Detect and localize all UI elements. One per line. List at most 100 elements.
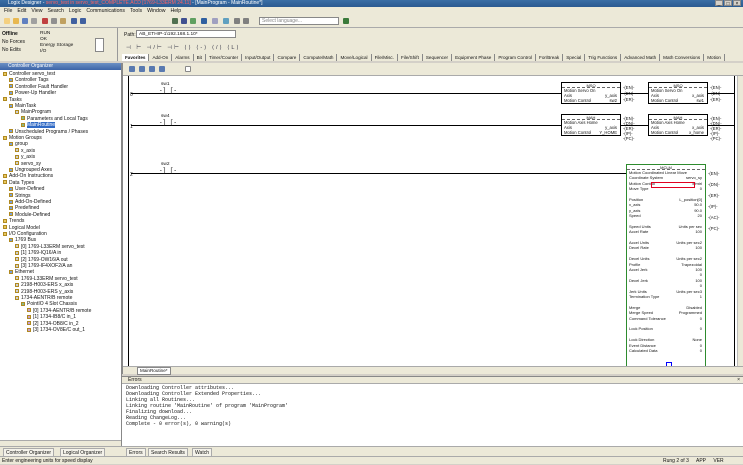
operand-value[interactable]: 0 (700, 348, 702, 353)
tab-file-shift[interactable]: File/Shift (397, 54, 423, 61)
tree-node[interactable]: I/O Configuration (3, 231, 47, 237)
tree-node[interactable]: Module-Defined (9, 212, 50, 218)
tree-node[interactable]: Parameters and Local Tags (21, 116, 88, 122)
tree-node[interactable]: MainProgram (15, 109, 51, 115)
menu-window[interactable]: Window (147, 8, 165, 14)
tree-node[interactable]: 1734-AENTR/B remote (15, 295, 72, 301)
tree-node[interactable]: Ethernet (9, 269, 34, 275)
cancel-edits-icon[interactable] (149, 66, 155, 72)
menu-communications[interactable]: Communications (86, 8, 125, 14)
tab-bit[interactable]: Bit (193, 54, 206, 61)
menu-logic[interactable]: Logic (69, 8, 81, 14)
tab-advanced-math[interactable]: Advanced Math (621, 54, 661, 61)
tab-for-break[interactable]: For/Break (536, 54, 564, 61)
maximize-icon[interactable]: □ (724, 0, 732, 7)
tree-node[interactable]: User-Defined (9, 186, 44, 192)
tree-node[interactable]: [0] 1769-L33ERM servo_test (15, 244, 85, 250)
tree-node[interactable]: [2] 1769-OW16/A out (15, 257, 68, 263)
menu-search[interactable]: Search (47, 8, 63, 14)
tab-file-misc[interactable]: File/Misc. (371, 54, 398, 61)
zoom-out-icon[interactable] (243, 18, 249, 24)
tree-node[interactable]: Add-On Instructions (3, 173, 53, 179)
tab-input-output[interactable]: Input/Output (242, 54, 275, 61)
ladder-vertical-scrollbar[interactable] (737, 76, 743, 366)
save-icon[interactable] (22, 18, 28, 24)
tree-node[interactable]: PointIO 4 Slot Chassis (21, 301, 77, 307)
tree-node[interactable]: Unscheduled Programs / Phases (9, 129, 88, 135)
xic-contact[interactable]: -] [- (159, 119, 177, 126)
undo-icon[interactable] (71, 18, 77, 24)
tree-node[interactable]: [0] 1734-AENTR/B remote (27, 308, 91, 314)
tree-node[interactable]: Strings (9, 193, 31, 199)
tree-node[interactable]: Power-Up Handler (9, 90, 56, 96)
tab-motion[interactable]: Motion (704, 54, 725, 61)
language-select[interactable]: Select language... (259, 17, 339, 25)
language-go-icon[interactable] (343, 18, 349, 24)
copy-icon[interactable] (51, 18, 57, 24)
new-file-icon[interactable] (4, 18, 10, 24)
properties-icon[interactable] (201, 18, 207, 24)
tree-node[interactable]: Logical Model (3, 225, 40, 231)
paste-icon[interactable] (60, 18, 66, 24)
accept-edits-icon[interactable] (139, 66, 145, 72)
find-icon[interactable] (172, 18, 178, 24)
tab-favorites[interactable]: Favorites (122, 54, 150, 61)
tab-add-on[interactable]: Add-On (149, 54, 173, 61)
menu-edit[interactable]: Edit (17, 8, 26, 14)
tab-compare[interactable]: Compare (274, 54, 301, 61)
tree-node[interactable]: [3] 1734-OV8E/C out_1 (27, 327, 85, 333)
open-folder-icon[interactable] (13, 18, 19, 24)
tab-equipment-phase[interactable]: Equipment Phase (452, 54, 496, 61)
close-icon[interactable]: × (733, 0, 741, 7)
verify-icon[interactable] (181, 18, 187, 24)
minimize-icon[interactable]: _ (715, 0, 723, 7)
tree-node[interactable]: 1769-L33ERM servo_test (15, 276, 78, 282)
tree-node[interactable]: MainTask (9, 103, 36, 109)
mah-instruction[interactable]: MAH Motion Axis Home Axis y_axis Motion C… (561, 114, 621, 136)
tree-node[interactable]: [1] 1734-IB8/C in_1 (27, 314, 76, 320)
forces-status[interactable]: No Forces (2, 39, 25, 45)
menu-file[interactable]: File (4, 8, 12, 14)
mso-instruction[interactable]: MSO Motion Servo On Axis y_axis Motion Co… (561, 82, 621, 104)
ladder-element-toolbar[interactable]: ⊣ ⊢ ⊣/⊢ ⊣⊢ ⟨⟩ ⟨-⟩ ⟨/⟩ ⟨L⟩ (126, 45, 241, 51)
tree-node[interactable]: x_axis (15, 148, 35, 154)
tab-timer-counter[interactable]: Timer/Counter (205, 54, 243, 61)
xic-contact[interactable]: -] [- (159, 167, 177, 174)
errors-output[interactable]: Downloading Controller attributes... Dow… (126, 385, 288, 427)
tab-program-control[interactable]: Program Control (495, 54, 537, 61)
tree-node[interactable]: y_axis (15, 154, 35, 160)
menu-view[interactable]: View (31, 8, 42, 14)
tab-trig-functions[interactable]: Trig Functions (585, 54, 622, 61)
tab-compute-math[interactable]: Compute/Math (300, 54, 338, 61)
tab-special[interactable]: Special (563, 54, 586, 61)
tree-node[interactable]: Add-On-Defined (9, 199, 51, 205)
test-edits-icon[interactable] (159, 66, 165, 72)
tree-node[interactable]: Data Types (3, 180, 34, 186)
tab-sequencer[interactable]: Sequencer (422, 54, 453, 61)
tree-node[interactable]: 2198-H003-ERS y_axis (15, 289, 73, 295)
mah-instruction-2[interactable]: MAH Motion Axis Home Axis x_axis Motion C… (648, 114, 708, 136)
zoom-select[interactable] (185, 66, 191, 72)
tree-node[interactable]: Motion Groups (3, 135, 42, 141)
tree-node[interactable]: servo_sy (15, 161, 41, 167)
tree-node[interactable]: Ungrouped Axes (9, 167, 52, 173)
tree-node[interactable]: [1] 1769-IQ16/A in (15, 250, 61, 256)
tree-node[interactable]: 1769 Bus (9, 237, 36, 243)
tree-node[interactable]: Tasks (3, 97, 22, 103)
tree-node[interactable]: Predefined (9, 205, 39, 211)
cross-reference-icon[interactable] (223, 18, 229, 24)
edit-rung-icon[interactable] (129, 66, 135, 72)
path-field[interactable]: AB_ETHIP-1\192.168.1.10* (136, 30, 236, 38)
edits-status[interactable]: No Edits (2, 47, 21, 53)
who-active-icon[interactable] (190, 18, 196, 24)
xic-contact[interactable]: -] [- (159, 87, 177, 94)
tree-node[interactable]: Controller Tags (9, 77, 49, 83)
tab-move-logical[interactable]: Move/Logical (337, 54, 372, 61)
tab-math-conversions[interactable]: Math Conversions (660, 54, 705, 61)
menu-help[interactable]: Help (171, 8, 182, 14)
tag-browser-icon[interactable] (212, 18, 218, 24)
tree-node[interactable]: group (9, 141, 28, 147)
redo-icon[interactable] (80, 18, 86, 24)
tab-alarms[interactable]: Alarms (172, 54, 194, 61)
tree-node[interactable]: Controller Fault Handler (9, 84, 68, 90)
